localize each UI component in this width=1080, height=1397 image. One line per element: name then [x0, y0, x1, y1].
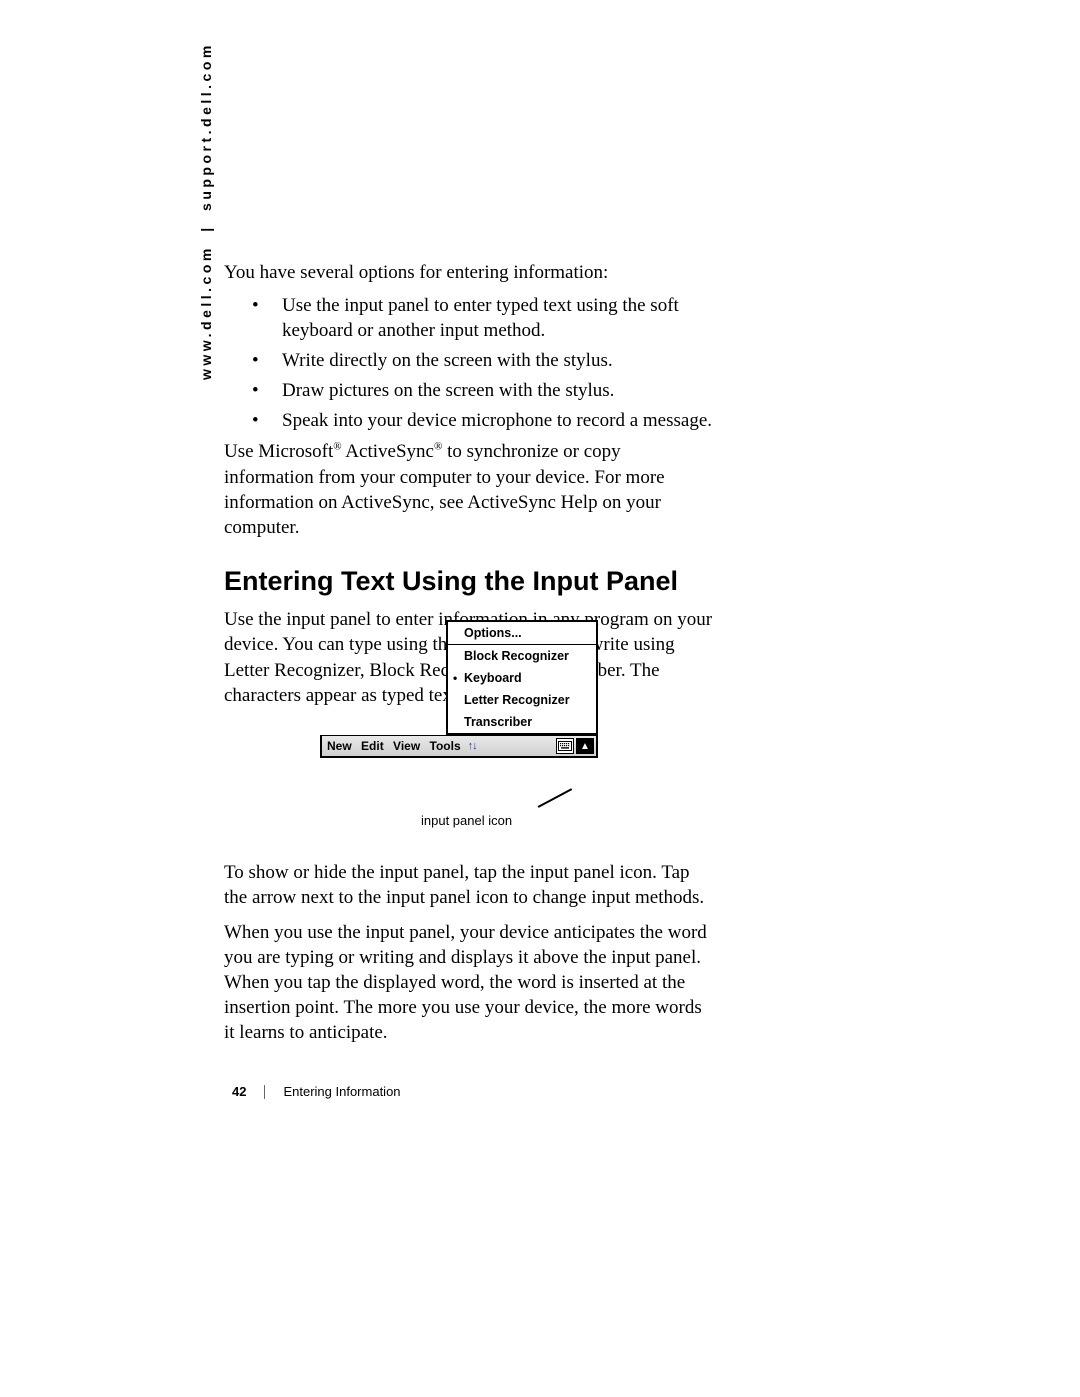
bullet-item: Speak into your device microphone to rec… [224, 408, 714, 433]
content-lower: To show or hide the input panel, tap the… [224, 860, 714, 1056]
callout-line [538, 788, 572, 807]
taskbar-menu-edit[interactable]: Edit [358, 739, 387, 753]
sync-text-b: ActiveSync [342, 441, 434, 462]
menu-item-block-recognizer[interactable]: Block Recognizer [448, 645, 596, 667]
footer-section: Entering Information [283, 1084, 400, 1099]
registered-mark: ® [333, 441, 341, 453]
taskbar: New Edit View Tools ↑↓ ▲ [320, 735, 598, 758]
footer-divider [264, 1085, 265, 1099]
bullets-list: Use the input panel to enter typed text … [224, 293, 714, 433]
callout-label: input panel icon [421, 813, 512, 828]
menu-item-options[interactable]: Options... [448, 622, 596, 644]
figure: Options... Block Recognizer Keyboard Let… [320, 620, 598, 758]
lower-paragraph-2: When you use the input panel, your devic… [224, 920, 714, 1045]
lower-paragraph-1: To show or hide the input panel, tap the… [224, 860, 714, 910]
menu-item-transcriber[interactable]: Transcriber [448, 711, 596, 733]
menu-item-keyboard[interactable]: Keyboard [448, 667, 596, 689]
taskbar-menu-new[interactable]: New [324, 739, 355, 753]
section-heading: Entering Text Using the Input Panel [224, 564, 714, 600]
taskbar-menus: New Edit View Tools [324, 739, 464, 753]
side-url-left: www.dell.com [198, 245, 214, 380]
page-footer: 42 Entering Information [232, 1084, 401, 1099]
side-url-separator: | [198, 224, 214, 231]
input-method-arrow[interactable]: ▲ [576, 738, 594, 754]
bullet-item: Draw pictures on the screen with the sty… [224, 378, 714, 403]
sync-paragraph: Use Microsoft® ActiveSync® to synchroniz… [224, 439, 714, 539]
bullet-item: Write directly on the screen with the st… [224, 348, 714, 373]
bullet-item: Use the input panel to enter typed text … [224, 293, 714, 343]
taskbar-menu-tools[interactable]: Tools [427, 739, 464, 753]
taskbar-menu-view[interactable]: View [390, 739, 423, 753]
page: www.dell.com | support.dell.com You have… [0, 0, 1080, 1397]
input-panel-icon[interactable] [556, 738, 574, 754]
page-number: 42 [232, 1084, 246, 1099]
menu-item-letter-recognizer[interactable]: Letter Recognizer [448, 689, 596, 711]
sync-text-a: Use Microsoft [224, 441, 333, 462]
input-method-menu[interactable]: Options... Block Recognizer Keyboard Let… [446, 620, 598, 735]
sync-arrows-icon[interactable]: ↑↓ [464, 740, 477, 752]
side-url-right: support.dell.com [198, 42, 214, 211]
intro-paragraph: You have several options for entering in… [224, 260, 714, 285]
side-url: www.dell.com | support.dell.com [198, 42, 214, 380]
